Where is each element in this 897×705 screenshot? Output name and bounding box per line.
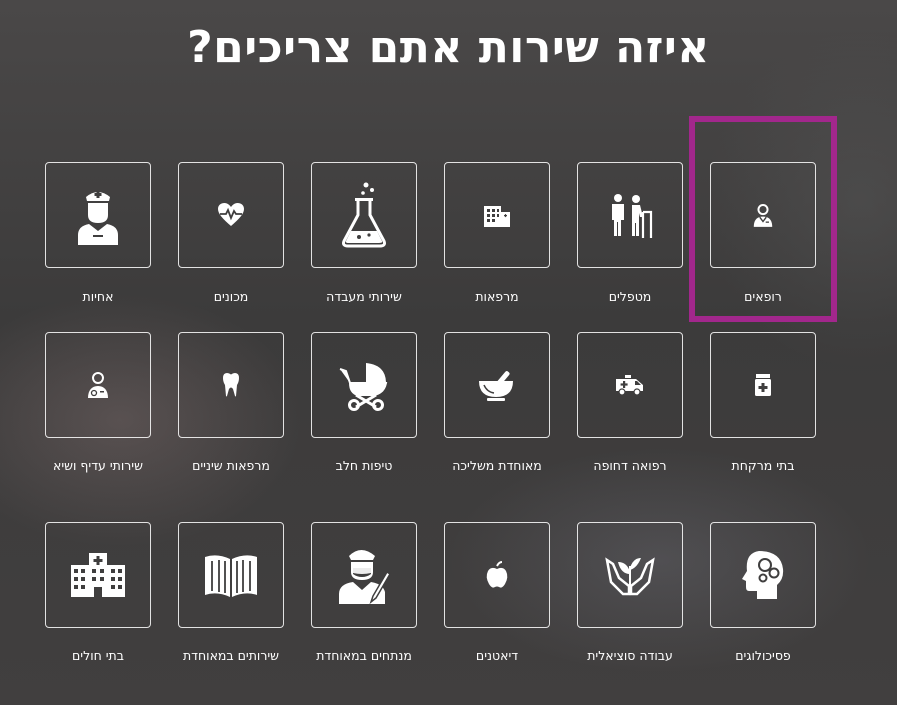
doctor-icon <box>753 204 773 227</box>
service-label: שירותי עדיף ושיא <box>53 458 143 473</box>
service-label: מאוחדת משליכה <box>452 458 542 473</box>
doctor-badge-icon <box>88 372 108 398</box>
baby-stroller-icon <box>339 363 388 411</box>
service-label: רפואה דחופה <box>593 458 667 473</box>
service-tile-doctors[interactable] <box>710 162 816 268</box>
service-tile-caregivers[interactable] <box>577 162 683 268</box>
service-label: מנתחים במאוחדת <box>316 648 412 663</box>
mortar-pestle-icon <box>479 371 513 401</box>
service-tile-urgent-care[interactable] <box>577 332 683 438</box>
clinic-building-icon <box>484 206 510 227</box>
service-tile-pharmacy-delivery[interactable] <box>444 332 550 438</box>
lab-flask-icon <box>342 182 386 248</box>
service-tile-clinics[interactable] <box>444 162 550 268</box>
service-label: מטפלים <box>608 289 652 304</box>
service-label: מרפאות שיניים <box>192 458 270 473</box>
service-tile-nurses[interactable] <box>45 162 151 268</box>
hands-plant-icon <box>605 557 655 596</box>
service-tile-adif-siya[interactable] <box>45 332 151 438</box>
service-tile-services-meuhedet[interactable] <box>178 522 284 628</box>
open-book-icon <box>205 555 257 597</box>
service-tile-dental-clinics[interactable] <box>178 332 284 438</box>
service-tile-lab-services[interactable] <box>311 162 417 268</box>
surgeon-icon <box>339 550 391 604</box>
service-tile-dietitians[interactable] <box>444 522 550 628</box>
ambulance-icon <box>616 375 643 396</box>
service-tile-social-work[interactable] <box>577 522 683 628</box>
service-tile-psychologists[interactable] <box>710 522 816 628</box>
service-label: מכונים <box>213 289 249 304</box>
service-label: שירותי מעבדה <box>326 289 402 304</box>
nurse-icon <box>78 191 118 245</box>
service-tile-hospitals[interactable] <box>45 522 151 628</box>
service-label: בתי חולים <box>72 648 124 663</box>
service-tile-surgeons[interactable] <box>311 522 417 628</box>
service-label: עבודה סוציאלית <box>587 648 673 663</box>
service-label: אחיות <box>82 289 114 304</box>
service-tile-pharmacies[interactable] <box>710 332 816 438</box>
service-label: רופאים <box>744 289 782 304</box>
page-title: איזה שירות אתם צריכים? <box>187 22 710 73</box>
service-label: שירותים במאוחדת <box>182 648 280 663</box>
service-label: פסיכולוגים <box>735 648 791 663</box>
heart-pulse-icon <box>218 203 244 226</box>
service-label: בתי מרקחת <box>731 458 795 473</box>
service-label: טיפות חלב <box>335 458 393 473</box>
service-tile-institutes[interactable] <box>178 162 284 268</box>
head-gears-icon <box>742 551 784 599</box>
service-label: דיאטנים <box>475 648 519 663</box>
service-tile-baby-clinics[interactable] <box>311 332 417 438</box>
medicine-bottle-icon <box>755 374 771 396</box>
hospital-icon <box>71 553 125 597</box>
caregiver-walker-icon <box>612 194 653 238</box>
apple-icon <box>486 561 508 588</box>
service-label: מרפאות <box>475 289 519 304</box>
tooth-icon <box>223 373 239 397</box>
